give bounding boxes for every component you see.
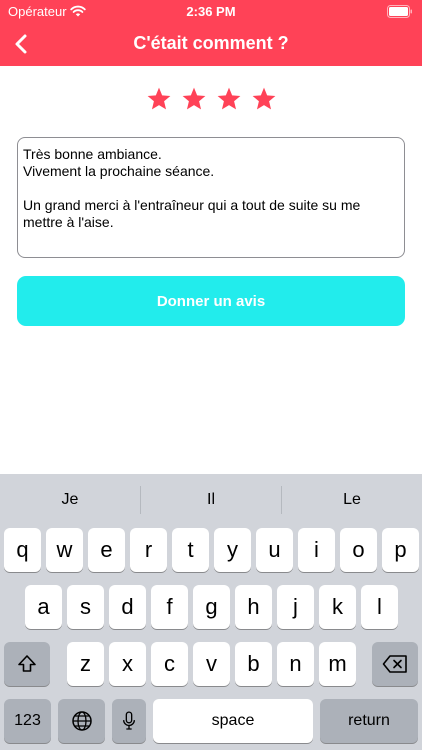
key-z[interactable]: z <box>67 642 104 686</box>
keyboard: Je Il Le q w e r t y u i o p a s d f g h… <box>0 474 422 750</box>
status-bar: Opérateur 2:36 PM <box>0 0 422 24</box>
star-rating <box>0 86 422 118</box>
globe-key[interactable] <box>58 699 105 743</box>
space-key[interactable]: space <box>153 699 313 743</box>
key-row-3: z x c v b n m <box>0 642 422 686</box>
key-w[interactable]: w <box>46 528 83 572</box>
microphone-key[interactable] <box>112 699 146 743</box>
star-icon[interactable] <box>251 86 277 112</box>
key-row-1: q w e r t y u i o p <box>0 528 422 572</box>
numbers-key[interactable]: 123 <box>4 699 51 743</box>
key-y[interactable]: y <box>214 528 251 572</box>
key-x[interactable]: x <box>109 642 146 686</box>
star-icon[interactable] <box>181 86 207 112</box>
key-u[interactable]: u <box>256 528 293 572</box>
suggestion-3[interactable]: Le <box>282 474 422 525</box>
key-a[interactable]: a <box>25 585 62 629</box>
key-row-2: a s d f g h j k l <box>0 585 422 629</box>
review-textarea[interactable]: Très bonne ambiance. Vivement la prochai… <box>17 137 405 258</box>
backspace-key[interactable] <box>372 642 418 686</box>
nav-bar: C'était comment ? <box>0 24 422 66</box>
star-icon[interactable] <box>146 86 172 112</box>
status-time: 2:36 PM <box>186 4 236 19</box>
key-d[interactable]: d <box>109 585 146 629</box>
key-b[interactable]: b <box>235 642 272 686</box>
key-p[interactable]: p <box>382 528 419 572</box>
key-r[interactable]: r <box>130 528 167 572</box>
key-k[interactable]: k <box>319 585 356 629</box>
backspace-icon <box>382 655 407 673</box>
key-g[interactable]: g <box>193 585 230 629</box>
key-o[interactable]: o <box>340 528 377 572</box>
key-h[interactable]: h <box>235 585 272 629</box>
return-key[interactable]: return <box>320 699 418 743</box>
suggestion-2[interactable]: Il <box>141 474 281 525</box>
key-l[interactable]: l <box>361 585 398 629</box>
key-c[interactable]: c <box>151 642 188 686</box>
star-icon[interactable] <box>216 86 242 112</box>
battery-icon <box>387 5 412 18</box>
key-n[interactable]: n <box>277 642 314 686</box>
key-m[interactable]: m <box>319 642 356 686</box>
key-t[interactable]: t <box>172 528 209 572</box>
key-row-4: 123 space return <box>0 699 422 743</box>
suggestion-1[interactable]: Je <box>0 474 140 525</box>
header-bar: Opérateur 2:36 PM C'était comment ? <box>0 0 422 66</box>
shift-key[interactable] <box>4 642 50 686</box>
predictive-bar: Je Il Le <box>0 474 422 525</box>
globe-icon <box>71 711 92 731</box>
page-title: C'était comment ? <box>133 33 289 53</box>
key-s[interactable]: s <box>67 585 104 629</box>
key-e[interactable]: e <box>88 528 125 572</box>
key-i[interactable]: i <box>298 528 335 572</box>
key-v[interactable]: v <box>193 642 230 686</box>
key-f[interactable]: f <box>151 585 188 629</box>
microphone-icon <box>123 711 135 730</box>
shift-icon <box>18 655 36 672</box>
key-q[interactable]: q <box>4 528 41 572</box>
submit-review-button[interactable]: Donner un avis <box>17 276 405 326</box>
key-j[interactable]: j <box>277 585 314 629</box>
